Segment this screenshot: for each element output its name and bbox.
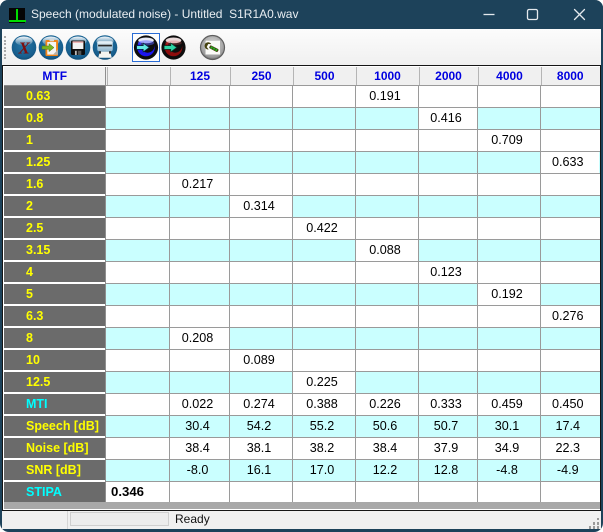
svg-text:X: X (18, 39, 31, 58)
